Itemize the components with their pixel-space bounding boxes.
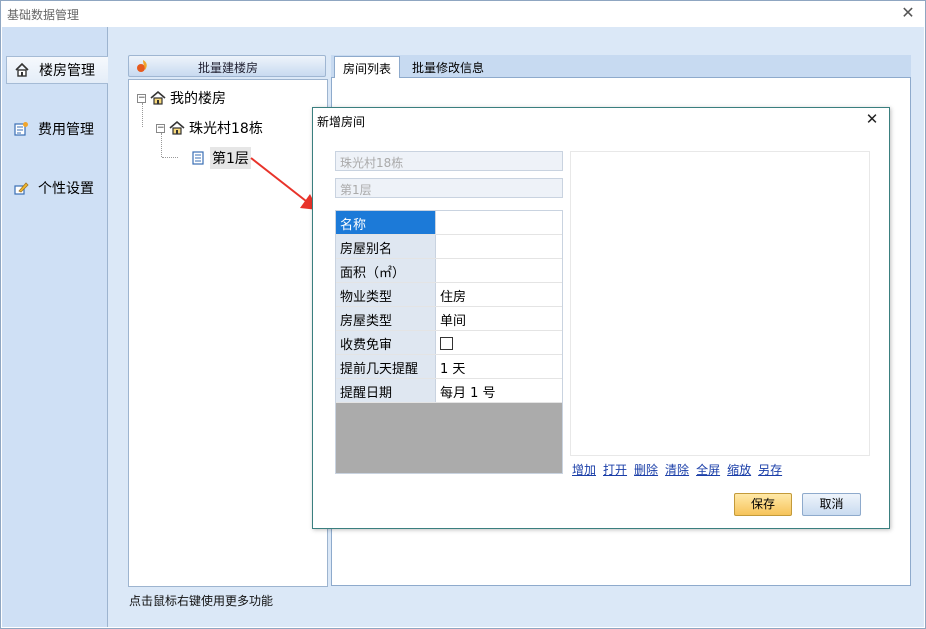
tree-node-label: 珠光村18栋 — [189, 121, 263, 137]
property-row-area[interactable]: 面积（㎡） — [336, 259, 562, 283]
batch-create-label: 批量建楼房 — [197, 61, 258, 75]
nav-item-label: 个性设置 — [38, 181, 94, 197]
tree-node-floor[interactable]: 第1层 — [190, 147, 251, 169]
window-title: 基础数据管理 — [7, 8, 80, 22]
tree-node-label: 我的楼房 — [170, 91, 226, 107]
link-open[interactable]: 打开 — [603, 461, 627, 478]
tab-bar: 房间列表 批量修改信息 — [331, 55, 911, 79]
cancel-button[interactable]: 取消 — [802, 493, 861, 516]
property-key: 面积（㎡） — [336, 259, 436, 282]
property-row-remind-date[interactable]: 提醒日期 每月 1 号 — [336, 379, 562, 403]
tree-connector — [162, 157, 178, 158]
property-key: 物业类型 — [336, 283, 436, 306]
property-key: 房屋类型 — [336, 307, 436, 330]
link-zoom[interactable]: 缩放 — [727, 461, 751, 478]
ledger-icon — [12, 120, 30, 138]
property-row-property-type[interactable]: 物业类型 住房 — [336, 283, 562, 307]
building-readonly-field: 珠光村18栋 — [335, 151, 563, 171]
link-delete[interactable]: 删除 — [634, 461, 658, 478]
property-value-input[interactable] — [436, 259, 562, 282]
property-value-input[interactable]: 每月 1 号 — [436, 379, 562, 402]
tab-room-list[interactable]: 房间列表 — [334, 56, 401, 79]
image-preview-area[interactable] — [570, 151, 870, 456]
fee-exempt-checkbox[interactable] — [440, 337, 453, 350]
floor-readonly-field: 第1层 — [335, 178, 563, 198]
window-close-button[interactable]: ✕ — [899, 4, 917, 22]
property-value-select[interactable]: 单间 — [436, 307, 562, 330]
tab-batch-edit[interactable]: 批量修改信息 — [404, 56, 492, 79]
property-row-alias[interactable]: 房屋别名 — [336, 235, 562, 259]
nav-item-label: 楼房管理 — [39, 63, 95, 79]
title-bar: 基础数据管理 ✕ — [1, 1, 925, 27]
floor-doc-icon — [190, 150, 206, 166]
link-fullscreen[interactable]: 全屏 — [696, 461, 720, 478]
nav-item-fees[interactable]: 费用管理 — [6, 115, 108, 143]
status-hint: 点击鼠标右键使用更多功能 — [129, 594, 274, 608]
nav-item-label: 费用管理 — [38, 122, 94, 138]
collapse-toggle-icon[interactable]: − — [137, 93, 146, 103]
property-key: 名称 — [336, 211, 436, 234]
nav-item-building[interactable]: 楼房管理 — [6, 56, 108, 84]
property-row-name[interactable]: 名称 — [336, 211, 562, 235]
tree-node-building[interactable]: − 珠光村18栋 — [156, 118, 263, 138]
new-room-dialog: 新增房间 ✕ 珠光村18栋 第1层 名称 房屋别名 面积（㎡） 物业类型 住房 … — [312, 107, 890, 529]
link-save-as[interactable]: 另存 — [758, 461, 782, 478]
image-action-links: 增加 打开 删除 清除 全屏 缩放 另存 — [572, 461, 782, 478]
property-key: 收费免审 — [336, 331, 436, 354]
dialog-close-button[interactable]: ✕ — [863, 110, 881, 128]
link-clear[interactable]: 清除 — [665, 461, 689, 478]
tree-node-root[interactable]: − 我的楼房 — [137, 88, 226, 108]
property-value-select[interactable]: 住房 — [436, 283, 562, 306]
property-key: 提前几天提醒 — [336, 355, 436, 378]
property-value-input[interactable] — [436, 211, 562, 234]
link-add[interactable]: 增加 — [572, 461, 596, 478]
dialog-title: 新增房间 — [317, 115, 366, 129]
property-grid: 名称 房屋别名 面积（㎡） 物业类型 住房 房屋类型 单间 收费免审 提前几天提… — [335, 210, 563, 474]
property-value-input[interactable]: 1 天 — [436, 355, 562, 378]
property-row-house-type[interactable]: 房屋类型 单间 — [336, 307, 562, 331]
property-row-fee-exempt[interactable]: 收费免审 — [336, 331, 562, 355]
left-nav: 楼房管理 费用管理 个性设置 — [2, 27, 108, 627]
property-value-cell — [436, 331, 562, 354]
home-icon — [150, 90, 166, 106]
property-value-input[interactable] — [436, 235, 562, 258]
property-row-remind-days[interactable]: 提前几天提醒 1 天 — [336, 355, 562, 379]
property-key: 房屋别名 — [336, 235, 436, 258]
nav-item-settings[interactable]: 个性设置 — [6, 174, 108, 202]
settings-edit-icon — [12, 179, 30, 197]
collapse-toggle-icon[interactable]: − — [156, 123, 165, 133]
batch-create-building-button[interactable]: 批量建楼房 — [128, 55, 326, 77]
property-key: 提醒日期 — [336, 379, 436, 402]
home-icon — [169, 120, 185, 136]
home-icon — [13, 61, 31, 79]
tree-node-label: 第1层 — [210, 147, 251, 169]
save-button[interactable]: 保存 — [734, 493, 792, 516]
